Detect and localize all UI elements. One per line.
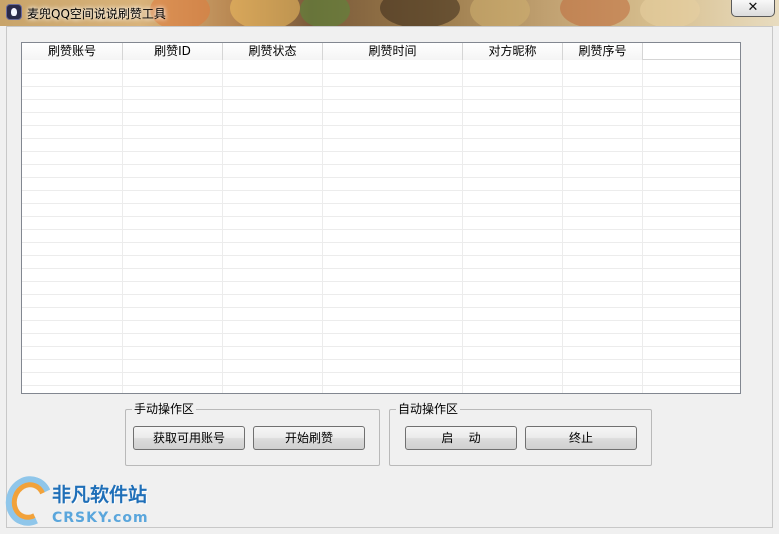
grid-line-horizontal [22,320,740,321]
watermark-logo: 非凡软件站 CRSKY.com [0,469,162,534]
grid-line-horizontal [22,333,740,334]
auto-start-button[interactable]: 启 动 [405,426,517,450]
list-header: 刷赞账号 刷赞ID 刷赞状态 刷赞时间 对方昵称 刷赞序号 [22,43,740,60]
grid-line-vertical [562,60,563,393]
grid-line-horizontal [22,372,740,373]
like-records-list[interactable]: 刷赞账号 刷赞ID 刷赞状态 刷赞时间 对方昵称 刷赞序号 [21,42,741,394]
grid-line-horizontal [22,151,740,152]
grid-line-vertical [642,60,643,393]
close-button[interactable]: ✕ [731,0,775,17]
close-icon: ✕ [747,0,759,15]
watermark-cn-text: 非凡软件站 [52,484,148,506]
grid-line-horizontal [22,73,740,74]
grid-line-horizontal [22,138,740,139]
grid-line-vertical [222,60,223,393]
grid-line-horizontal [22,281,740,282]
get-available-accounts-button[interactable]: 获取可用账号 [133,426,245,450]
grid-line-vertical [322,60,323,393]
app-icon [6,4,22,20]
grid-line-horizontal [22,112,740,113]
column-header-id[interactable]: 刷赞ID [123,43,223,60]
grid-line-horizontal [22,242,740,243]
grid-line-horizontal [22,307,740,308]
grid-line-horizontal [22,229,740,230]
column-header-sequence[interactable]: 刷赞序号 [563,43,643,60]
window-title: 麦兜QQ空间说说刷赞工具 [27,7,166,21]
grid-line-horizontal [22,99,740,100]
grid-line-horizontal [22,216,740,217]
grid-line-horizontal [22,86,740,87]
title-bar[interactable]: 麦兜QQ空间说说刷赞工具 ✕ [0,0,779,26]
grid-line-horizontal [22,125,740,126]
manual-group-label: 手动操作区 [132,402,197,416]
auto-group-label: 自动操作区 [396,402,461,416]
watermark-en-text: CRSKY.com [52,510,149,526]
grid-line-horizontal [22,164,740,165]
grid-line-horizontal [22,177,740,178]
grid-line-horizontal [22,385,740,386]
grid-line-horizontal [22,346,740,347]
grid-line-horizontal [22,190,740,191]
list-body [22,60,740,393]
grid-line-horizontal [22,255,740,256]
start-like-button[interactable]: 开始刷赞 [253,426,365,450]
grid-line-vertical [122,60,123,393]
grid-line-horizontal [22,203,740,204]
grid-line-horizontal [22,294,740,295]
column-header-status[interactable]: 刷赞状态 [223,43,323,60]
column-header-nickname[interactable]: 对方昵称 [463,43,563,60]
grid-line-horizontal [22,268,740,269]
auto-stop-button[interactable]: 终止 [525,426,637,450]
grid-line-vertical [462,60,463,393]
column-header-account[interactable]: 刷赞账号 [22,43,123,60]
grid-line-horizontal [22,359,740,360]
column-header-time[interactable]: 刷赞时间 [323,43,463,60]
